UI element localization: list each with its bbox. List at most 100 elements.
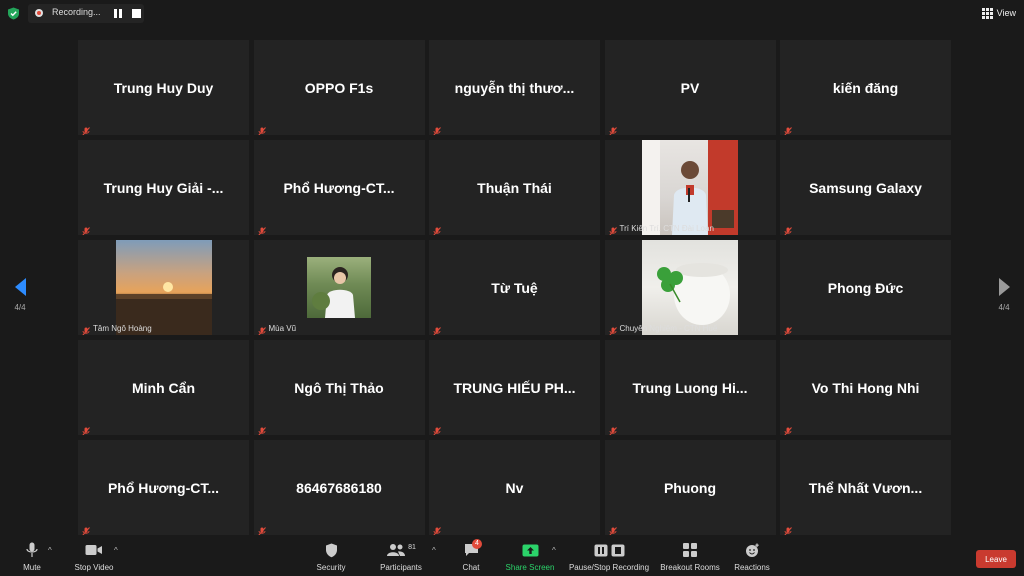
participant-tile[interactable]: Phổ Hương-CT... bbox=[78, 440, 249, 535]
participant-tile[interactable]: Minh Cẩn bbox=[78, 340, 249, 435]
participant-name: TRUNG HIẾU PH... bbox=[453, 379, 576, 396]
participant-tile[interactable]: Mùa Vũ bbox=[253, 240, 425, 335]
video-camera-icon bbox=[85, 545, 102, 555]
participant-name: Trung Huy Giải -... bbox=[103, 179, 224, 196]
share-screen-button[interactable]: Share Screen bbox=[504, 541, 556, 572]
participant-name: OPPO F1s bbox=[304, 79, 374, 96]
next-page-nav[interactable]: 4/4 bbox=[989, 278, 1019, 312]
participant-name: PV bbox=[680, 79, 700, 96]
muted-microphone-icon bbox=[784, 123, 792, 135]
participant-name: Thuận Thái bbox=[477, 179, 552, 196]
view-button[interactable]: View bbox=[981, 5, 1016, 21]
participant-tile[interactable]: TRUNG HIẾU PH... bbox=[429, 340, 600, 435]
participant-tile[interactable]: Thuận Thái bbox=[429, 140, 600, 235]
muted-microphone-icon bbox=[608, 323, 617, 335]
share-options-caret-icon[interactable]: ^ bbox=[552, 546, 556, 555]
participant-name: Phổ Hương-CT... bbox=[283, 179, 395, 196]
participants-button[interactable]: 81 Participants bbox=[376, 541, 426, 573]
participants-icon bbox=[387, 544, 406, 556]
chat-unread-badge: 4 bbox=[472, 539, 482, 549]
participant-tile[interactable]: Từ Tuệ bbox=[429, 240, 600, 335]
participant-tile[interactable]: Ngô Thị Thảo bbox=[253, 340, 425, 435]
reactions-label: Reactions bbox=[734, 563, 770, 572]
participant-tile[interactable]: Trung Huy Giải -... bbox=[78, 140, 249, 235]
breakout-rooms-button[interactable]: Breakout Rooms bbox=[658, 541, 722, 572]
view-button-label: View bbox=[996, 8, 1016, 18]
share-screen-label: Share Screen bbox=[505, 563, 555, 572]
participant-label: Tâm Ngô Hoàng bbox=[93, 324, 152, 333]
participant-tile[interactable]: Phuong bbox=[604, 440, 776, 535]
pause-recording-icon bbox=[594, 544, 607, 556]
participant-tile[interactable]: kiến đăng bbox=[780, 40, 951, 135]
participant-tile[interactable]: Vo Thi Hong Nhi bbox=[780, 340, 951, 435]
participant-tile[interactable]: Nv bbox=[429, 440, 600, 535]
participant-tile[interactable]: Tâm Ngô Hoàng bbox=[78, 240, 249, 335]
participant-tile[interactable]: nguyễn thị thươ... bbox=[429, 40, 600, 135]
participant-name: Vo Thi Hong Nhi bbox=[811, 379, 920, 396]
leave-button[interactable]: Leave bbox=[976, 550, 1016, 568]
participant-tile[interactable]: PV bbox=[604, 40, 776, 135]
participant-tile[interactable]: OPPO F1s bbox=[253, 40, 425, 135]
participant-name: kiến đăng bbox=[832, 79, 899, 96]
stop-video-label: Stop Video bbox=[74, 563, 114, 572]
microphone-icon bbox=[26, 542, 38, 557]
security-icon bbox=[325, 543, 337, 557]
muted-microphone-icon bbox=[784, 523, 792, 535]
recording-dot-icon bbox=[35, 9, 43, 17]
participant-tile[interactable]: Phổ Hương-CT... bbox=[253, 140, 425, 235]
pause-stop-recording-label: Pause/Stop Recording bbox=[568, 563, 650, 572]
muted-microphone-icon bbox=[257, 423, 266, 435]
participant-label: Mùa Vũ bbox=[268, 324, 297, 333]
security-button[interactable]: Security bbox=[312, 541, 350, 572]
mute-label: Mute bbox=[23, 563, 41, 572]
participant-name: Phong Đức bbox=[827, 279, 904, 296]
participant-tile[interactable]: Thể Nhất Vươn... bbox=[780, 440, 951, 535]
chat-button[interactable]: 4 Chat bbox=[456, 539, 486, 572]
participants-options-caret-icon[interactable]: ^ bbox=[432, 546, 436, 555]
breakout-rooms-icon bbox=[683, 543, 697, 557]
arrow-right-icon[interactable] bbox=[998, 278, 1010, 296]
recording-label: Recording... bbox=[52, 7, 101, 17]
reactions-button[interactable]: Reactions bbox=[730, 541, 774, 572]
participant-name: Thể Nhất Vươn... bbox=[808, 479, 923, 496]
participant-name: 86467686180 bbox=[296, 479, 382, 496]
muted-microphone-icon bbox=[433, 123, 441, 135]
arrow-left-icon[interactable] bbox=[14, 278, 26, 296]
participant-tile[interactable]: Samsung Galaxy bbox=[780, 140, 951, 235]
security-shield-icon[interactable] bbox=[7, 7, 20, 20]
participant-name: Từ Tuệ bbox=[491, 279, 538, 296]
participant-tile[interactable]: Trung Luong Hi... bbox=[604, 340, 776, 435]
participant-name: Trung Luong Hi... bbox=[632, 379, 748, 396]
stop-video-button[interactable]: Stop Video bbox=[70, 541, 118, 572]
pause-recording-icon[interactable] bbox=[114, 9, 122, 18]
muted-microphone-icon bbox=[784, 223, 792, 235]
participant-tile[interactable]: Phong Đức bbox=[780, 240, 951, 335]
participant-tile[interactable]: 86467686180 bbox=[253, 440, 425, 535]
mute-button[interactable]: Mute bbox=[16, 541, 48, 572]
page-indicator-left: 4/4 bbox=[14, 303, 26, 312]
muted-microphone-icon bbox=[82, 523, 90, 535]
muted-microphone-icon bbox=[784, 423, 792, 435]
participant-video bbox=[642, 140, 738, 235]
muted-microphone-icon bbox=[608, 123, 617, 135]
share-screen-icon bbox=[522, 544, 538, 556]
participant-video bbox=[307, 257, 371, 318]
participant-name: Samsung Galaxy bbox=[809, 179, 922, 196]
pause-stop-recording-button[interactable]: Pause/Stop Recording bbox=[566, 541, 652, 572]
previous-page-nav[interactable]: 4/4 bbox=[5, 278, 35, 312]
grid-view-icon bbox=[981, 7, 993, 19]
video-options-caret-icon[interactable]: ^ bbox=[114, 546, 118, 555]
participant-name: Phổ Hương-CT... bbox=[107, 479, 220, 496]
muted-microphone-icon bbox=[784, 323, 792, 335]
participant-tile[interactable]: Trung Huy Duy bbox=[78, 40, 249, 135]
muted-microphone-icon bbox=[608, 223, 617, 235]
participant-name: Nv bbox=[505, 479, 524, 496]
gallery-view-grid: Trung Huy Duy OPPO F1s nguyễn thị thươ... P… bbox=[78, 40, 951, 536]
page-indicator-right: 4/4 bbox=[998, 303, 1010, 312]
chat-label: Chat bbox=[462, 563, 480, 572]
audio-options-caret-icon[interactable]: ^ bbox=[48, 546, 52, 555]
muted-microphone-icon bbox=[257, 323, 266, 335]
stop-recording-icon[interactable] bbox=[132, 9, 141, 18]
participant-tile[interactable]: Trí Kiên Trí. CTN Đài Loan bbox=[604, 140, 776, 235]
participant-tile[interactable]: Chuyên Nghiệm - CTN Huế bbox=[604, 240, 776, 335]
